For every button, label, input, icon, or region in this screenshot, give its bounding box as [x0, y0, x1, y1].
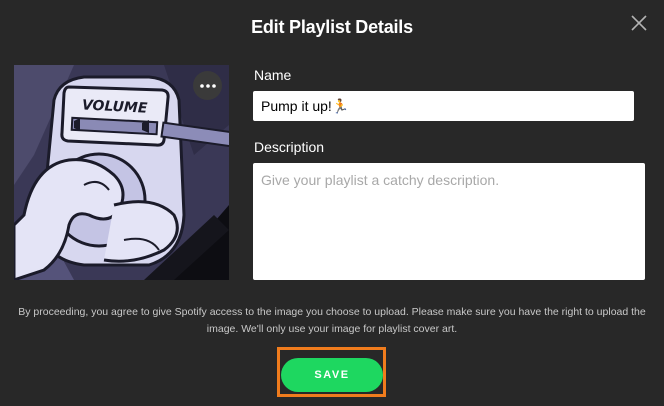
- more-options-icon: [199, 83, 216, 88]
- edit-playlist-dialog: Edit Playlist Details VOLUME Name Pump i…: [0, 0, 664, 406]
- playlist-name-input[interactable]: Pump it up!🏃: [253, 91, 634, 121]
- playlist-description-input[interactable]: [253, 163, 645, 280]
- description-label: Description: [254, 139, 325, 155]
- save-button[interactable]: SAVE: [281, 358, 383, 392]
- close-icon: [631, 15, 647, 31]
- playlist-cover-image[interactable]: VOLUME: [14, 65, 229, 280]
- ipod-illustration: VOLUME: [14, 65, 229, 280]
- close-button[interactable]: [628, 12, 650, 34]
- playlist-name-value: Pump it up!🏃: [261, 97, 350, 114]
- cover-more-options-button[interactable]: [193, 71, 222, 100]
- upload-disclaimer: By proceeding, you agree to give Spotify…: [18, 306, 646, 335]
- dialog-title: Edit Playlist Details: [251, 17, 413, 37]
- name-label: Name: [254, 67, 292, 83]
